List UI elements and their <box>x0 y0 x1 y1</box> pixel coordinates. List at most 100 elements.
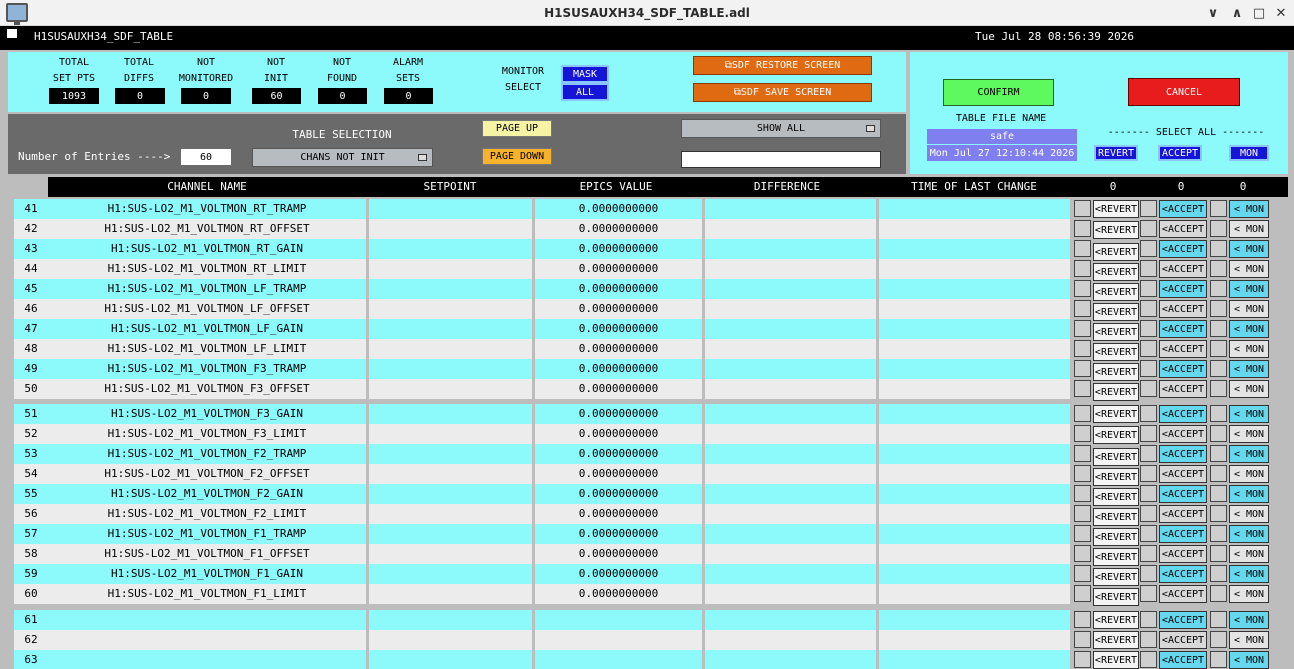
accept-button[interactable]: <ACCEPT <box>1159 525 1207 543</box>
accept-button[interactable]: <ACCEPT <box>1159 340 1207 358</box>
mon-button[interactable]: < MON <box>1229 465 1269 483</box>
mon-button[interactable]: < MON <box>1229 525 1269 543</box>
mon-checkbox[interactable] <box>1210 505 1227 522</box>
accept-checkbox[interactable] <box>1140 465 1157 482</box>
accept-button[interactable]: <ACCEPT <box>1159 240 1207 258</box>
revert-checkbox[interactable] <box>1074 545 1091 562</box>
accept-checkbox[interactable] <box>1140 505 1157 522</box>
accept-checkbox[interactable] <box>1140 200 1157 217</box>
revert-checkbox[interactable] <box>1074 220 1091 237</box>
accept-checkbox[interactable] <box>1140 631 1157 648</box>
mon-checkbox[interactable] <box>1210 405 1227 422</box>
mon-checkbox[interactable] <box>1210 485 1227 502</box>
mon-checkbox[interactable] <box>1210 340 1227 357</box>
accept-button[interactable]: <ACCEPT <box>1159 465 1207 483</box>
mon-checkbox[interactable] <box>1210 280 1227 297</box>
accept-button[interactable]: <ACCEPT <box>1159 405 1207 423</box>
mon-button[interactable]: < MON <box>1229 380 1269 398</box>
accept-button[interactable]: <ACCEPT <box>1159 651 1207 669</box>
accept-button[interactable]: <ACCEPT <box>1159 220 1207 238</box>
revert-checkbox[interactable] <box>1074 585 1091 602</box>
mon-checkbox[interactable] <box>1210 200 1227 217</box>
mon-button[interactable]: < MON <box>1229 545 1269 563</box>
mon-checkbox[interactable] <box>1210 220 1227 237</box>
revert-checkbox[interactable] <box>1074 320 1091 337</box>
revert-checkbox[interactable] <box>1074 445 1091 462</box>
mon-button[interactable]: < MON <box>1229 445 1269 463</box>
revert-button[interactable]: <REVERT <box>1093 651 1139 669</box>
accept-checkbox[interactable] <box>1140 525 1157 542</box>
mon-button[interactable]: < MON <box>1229 340 1269 358</box>
mon-button[interactable]: < MON <box>1229 300 1269 318</box>
accept-button[interactable]: <ACCEPT <box>1159 300 1207 318</box>
accept-button[interactable]: <ACCEPT <box>1159 611 1207 629</box>
revert-checkbox[interactable] <box>1074 631 1091 648</box>
accept-button[interactable]: <ACCEPT <box>1159 280 1207 298</box>
revert-checkbox[interactable] <box>1074 280 1091 297</box>
accept-checkbox[interactable] <box>1140 651 1157 668</box>
accept-checkbox[interactable] <box>1140 445 1157 462</box>
accept-button[interactable]: <ACCEPT <box>1159 320 1207 338</box>
revert-checkbox[interactable] <box>1074 240 1091 257</box>
accept-checkbox[interactable] <box>1140 240 1157 257</box>
mon-button[interactable]: < MON <box>1229 611 1269 629</box>
accept-button[interactable]: <ACCEPT <box>1159 260 1207 278</box>
revert-checkbox[interactable] <box>1074 485 1091 502</box>
mon-checkbox[interactable] <box>1210 360 1227 377</box>
revert-button[interactable]: <REVERT <box>1093 200 1139 218</box>
mon-checkbox[interactable] <box>1210 465 1227 482</box>
mon-button[interactable]: < MON <box>1229 360 1269 378</box>
accept-checkbox[interactable] <box>1140 220 1157 237</box>
mon-button[interactable]: < MON <box>1229 425 1269 443</box>
revert-checkbox[interactable] <box>1074 340 1091 357</box>
accept-button[interactable]: <ACCEPT <box>1159 380 1207 398</box>
mon-button[interactable]: < MON <box>1229 485 1269 503</box>
revert-button[interactable]: <REVERT <box>1093 426 1139 444</box>
revert-checkbox[interactable] <box>1074 611 1091 628</box>
accept-button[interactable]: <ACCEPT <box>1159 200 1207 218</box>
revert-checkbox[interactable] <box>1074 565 1091 582</box>
accept-checkbox[interactable] <box>1140 425 1157 442</box>
revert-button[interactable]: <REVERT <box>1093 383 1139 401</box>
mon-checkbox[interactable] <box>1210 425 1227 442</box>
mon-checkbox[interactable] <box>1210 380 1227 397</box>
accept-checkbox[interactable] <box>1140 545 1157 562</box>
mon-button[interactable]: < MON <box>1229 200 1269 218</box>
mon-button[interactable]: < MON <box>1229 565 1269 583</box>
mon-button[interactable]: < MON <box>1229 220 1269 238</box>
revert-button[interactable]: <REVERT <box>1093 588 1139 606</box>
mon-checkbox[interactable] <box>1210 565 1227 582</box>
revert-button[interactable]: <REVERT <box>1093 221 1139 239</box>
mon-button[interactable]: < MON <box>1229 280 1269 298</box>
revert-checkbox[interactable] <box>1074 505 1091 522</box>
mon-checkbox[interactable] <box>1210 585 1227 602</box>
accept-checkbox[interactable] <box>1140 565 1157 582</box>
accept-checkbox[interactable] <box>1140 280 1157 297</box>
revert-checkbox[interactable] <box>1074 651 1091 668</box>
accept-checkbox[interactable] <box>1140 380 1157 397</box>
mon-checkbox[interactable] <box>1210 260 1227 277</box>
mon-button[interactable]: < MON <box>1229 651 1269 669</box>
accept-button[interactable]: <ACCEPT <box>1159 545 1207 563</box>
revert-button[interactable]: <REVERT <box>1093 611 1139 629</box>
mon-button[interactable]: < MON <box>1229 240 1269 258</box>
mon-button[interactable]: < MON <box>1229 260 1269 278</box>
revert-checkbox[interactable] <box>1074 260 1091 277</box>
mon-button[interactable]: < MON <box>1229 505 1269 523</box>
revert-checkbox[interactable] <box>1074 465 1091 482</box>
mon-checkbox[interactable] <box>1210 320 1227 337</box>
accept-checkbox[interactable] <box>1140 611 1157 628</box>
accept-checkbox[interactable] <box>1140 340 1157 357</box>
accept-checkbox[interactable] <box>1140 260 1157 277</box>
revert-button[interactable]: <REVERT <box>1093 631 1139 649</box>
revert-checkbox[interactable] <box>1074 380 1091 397</box>
mon-checkbox[interactable] <box>1210 300 1227 317</box>
mon-checkbox[interactable] <box>1210 525 1227 542</box>
accept-button[interactable]: <ACCEPT <box>1159 360 1207 378</box>
revert-checkbox[interactable] <box>1074 525 1091 542</box>
revert-checkbox[interactable] <box>1074 360 1091 377</box>
revert-checkbox[interactable] <box>1074 425 1091 442</box>
mon-button[interactable]: < MON <box>1229 405 1269 423</box>
mon-checkbox[interactable] <box>1210 651 1227 668</box>
revert-button[interactable]: <REVERT <box>1093 405 1139 423</box>
